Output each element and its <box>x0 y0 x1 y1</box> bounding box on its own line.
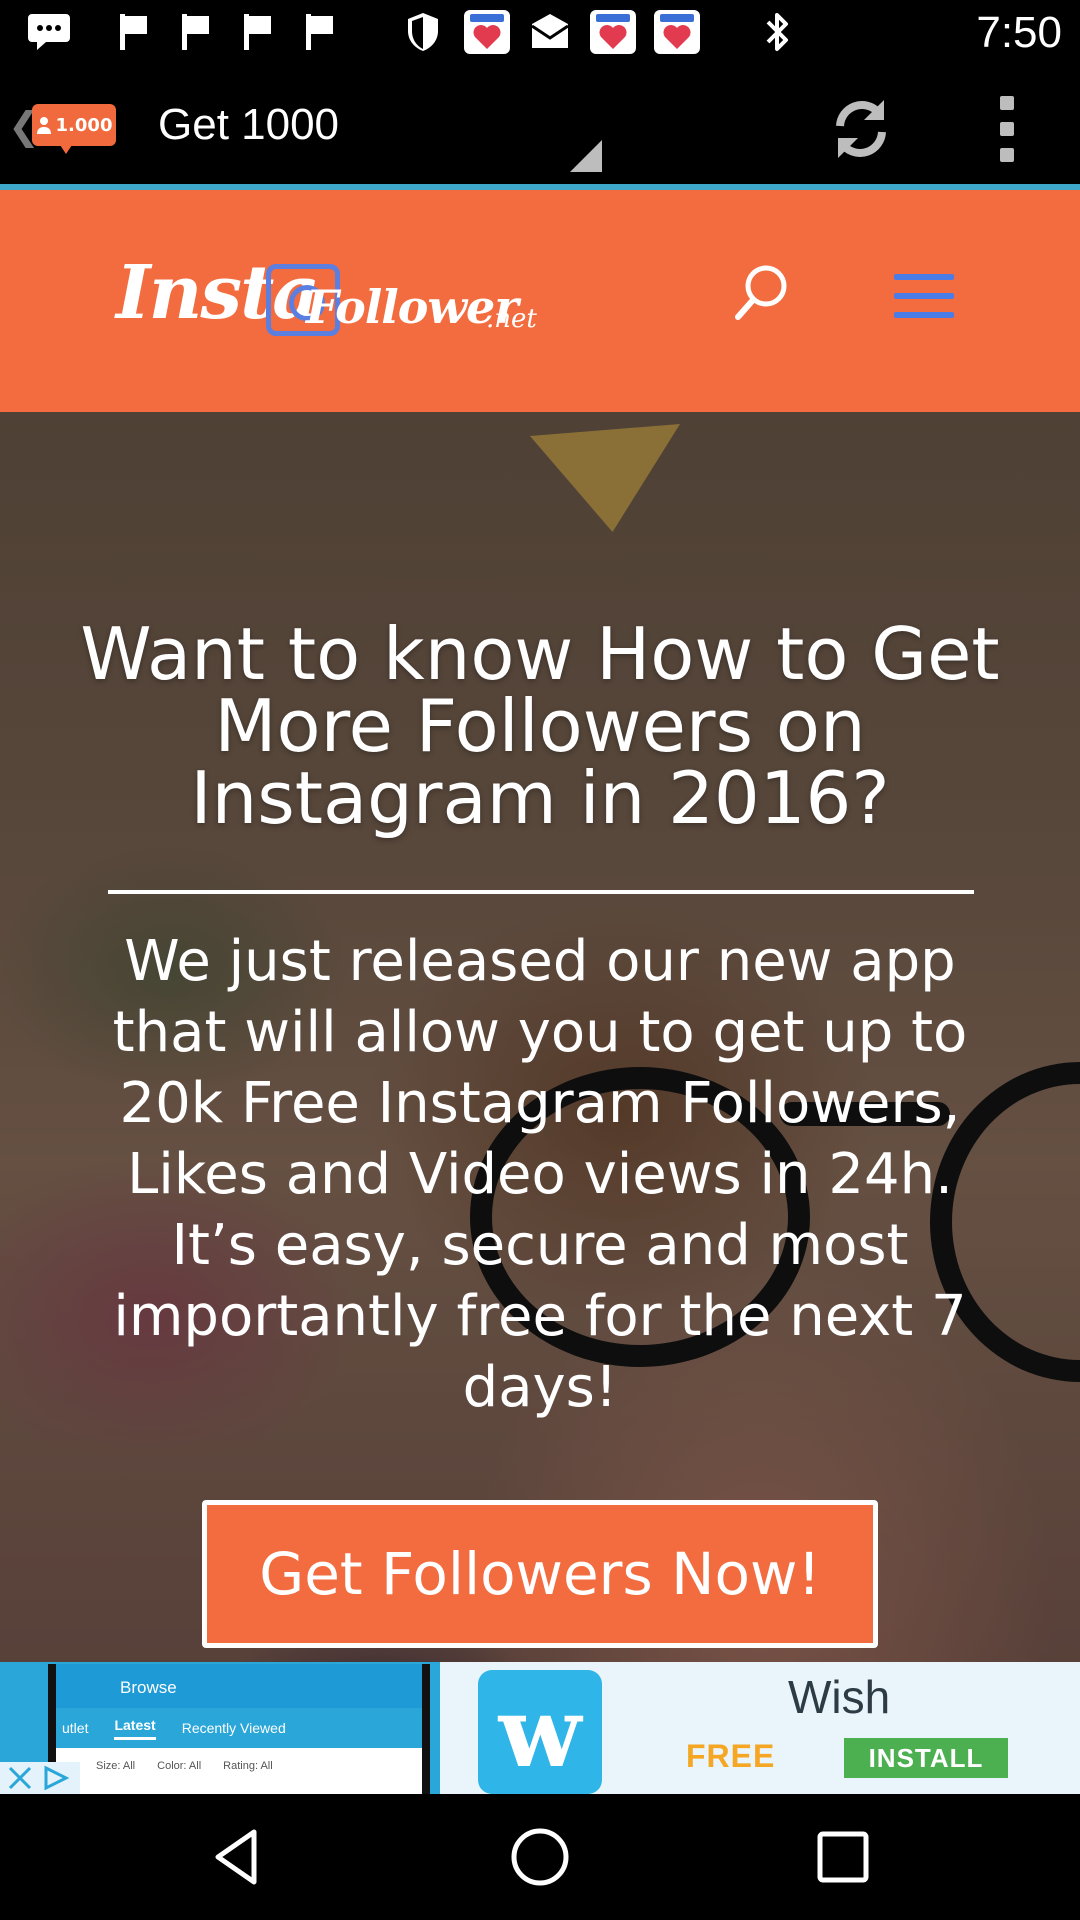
hero-title: Want to know How to Get More Followers o… <box>80 612 1000 840</box>
site-logo[interactable]: Insta Follower .net <box>116 250 537 350</box>
ad-phone-filters: Size: All Color: All Rating: All <box>56 1760 422 1772</box>
home-circle-icon[interactable] <box>507 1824 573 1890</box>
recents-square-icon[interactable] <box>810 1824 876 1890</box>
chat-icon <box>26 10 72 54</box>
follower-count-badge[interactable]: 1.000 <box>32 104 116 146</box>
badge-tail <box>58 142 74 154</box>
fast-meet-heart-icon <box>464 10 510 54</box>
ad-phone-tab: utlet <box>62 1720 89 1736</box>
bluetooth-icon <box>762 10 792 54</box>
ad-brand-name: Wish <box>788 1671 891 1723</box>
fast-meet-heart-icon <box>590 10 636 54</box>
overflow-menu-icon[interactable] <box>990 96 1024 162</box>
status-bar: 7:50 <box>0 0 1080 62</box>
app-title[interactable]: Get 1000 <box>158 100 339 150</box>
wish-logo-icon: w <box>478 1670 602 1794</box>
flag-icon <box>176 10 216 54</box>
ad-banner[interactable]: Browse utlet Latest Recently Viewed Size… <box>0 1662 1080 1794</box>
user-icon <box>36 117 51 134</box>
back-triangle-icon[interactable] <box>204 1824 270 1890</box>
clock: 7:50 <box>976 8 1062 57</box>
shield-icon <box>404 10 442 54</box>
get-followers-button[interactable]: Get Followers Now! <box>202 1500 878 1648</box>
ad-phone-filter: Rating: All <box>223 1760 273 1772</box>
logo-tld-text: .net <box>486 304 537 334</box>
adchoices-icon[interactable] <box>40 1764 74 1792</box>
fast-meet-heart-icon <box>654 10 700 54</box>
ad-controls <box>0 1762 80 1794</box>
close-icon[interactable] <box>6 1764 34 1792</box>
flag-icon <box>114 10 154 54</box>
flag-icon <box>300 10 340 54</box>
ad-phone-filter: Size: All <box>96 1760 136 1772</box>
mail-icon <box>528 10 572 54</box>
ad-free-label: FREE <box>686 1738 776 1774</box>
ad-phone-header: Browse <box>56 1664 422 1708</box>
flag-icon <box>238 10 278 54</box>
ad-phone-mockup: Browse utlet Latest Recently Viewed Size… <box>48 1664 430 1794</box>
refresh-icon[interactable] <box>826 94 896 164</box>
ad-phone-title: Browse <box>120 1678 177 1697</box>
search-icon[interactable] <box>732 262 792 322</box>
ad-phone-tab: Latest <box>114 1717 156 1740</box>
hamburger-menu-icon[interactable] <box>894 274 954 318</box>
hero-body-text: We just released our new app that will a… <box>112 929 968 1420</box>
ad-install-button[interactable]: INSTALL <box>844 1738 1008 1778</box>
dropdown-corner-icon[interactable] <box>570 140 602 172</box>
badge-count: 1.000 <box>55 114 113 136</box>
ad-phone-tabs: utlet Latest Recently Viewed <box>56 1708 422 1748</box>
ad-phone-tab: Recently Viewed <box>181 1720 286 1736</box>
navigation-bar <box>0 1794 1080 1920</box>
ad-phone-filter: Color: All <box>157 1760 202 1772</box>
hero-divider <box>108 890 974 894</box>
